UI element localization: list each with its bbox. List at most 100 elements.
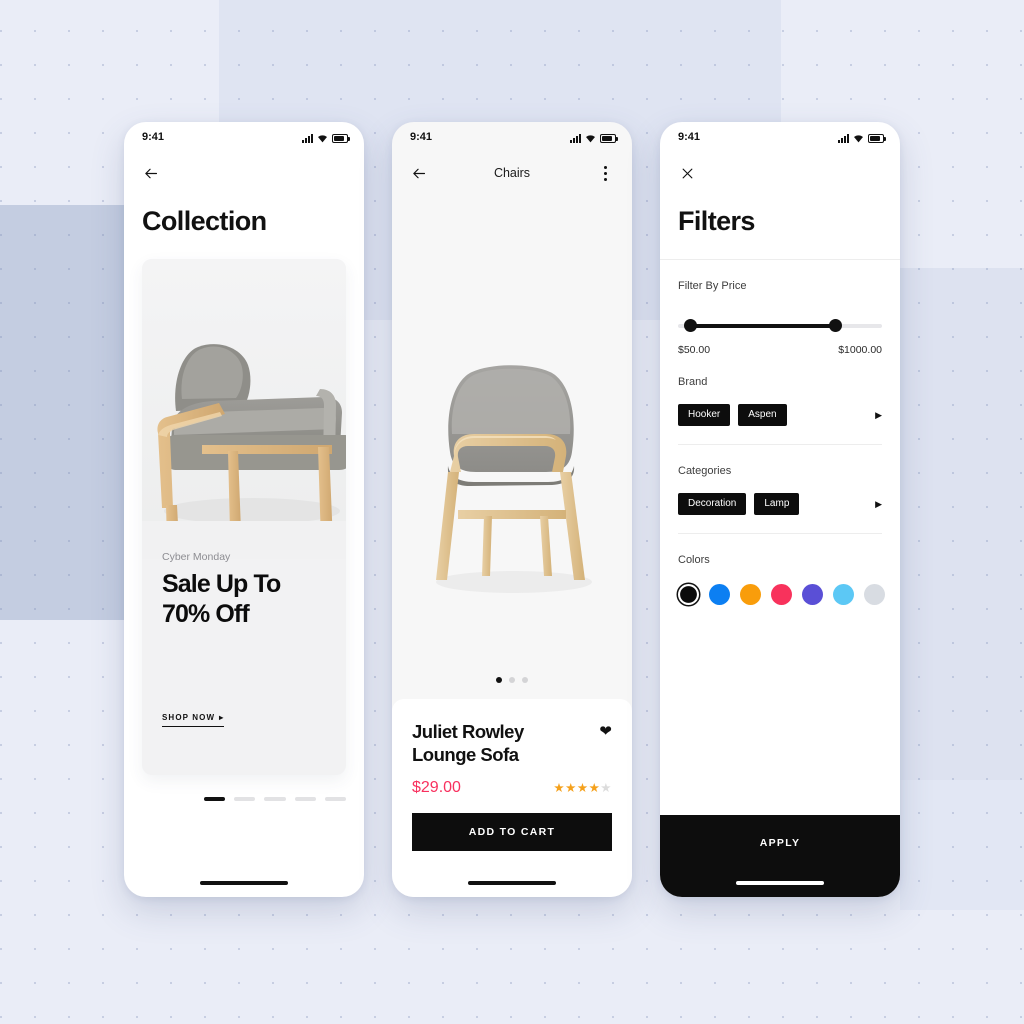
gallery-dot[interactable] — [522, 677, 528, 683]
home-indicator — [200, 881, 288, 885]
status-icons — [302, 132, 350, 143]
close-x-icon[interactable] — [676, 162, 698, 184]
color-swatch-fill — [740, 584, 761, 605]
brand-chip-row: Hooker Aspen ▶ — [678, 404, 882, 426]
color-swatch-fill — [802, 584, 823, 605]
filter-section-categories: Categories Decoration Lamp ▶ — [678, 445, 882, 534]
pager-bar[interactable] — [324, 797, 347, 801]
gallery-dots[interactable] — [392, 677, 632, 683]
promo-headline-line2: 70% Off — [162, 599, 250, 628]
gallery-dot[interactable] — [509, 677, 515, 683]
signal-icon — [838, 133, 849, 143]
status-icons — [838, 132, 886, 143]
color-swatch-purple[interactable] — [802, 584, 823, 605]
home-indicator — [468, 881, 556, 885]
promo-kicker: Cyber Monday — [162, 551, 231, 563]
kebab-menu-icon[interactable] — [594, 162, 616, 184]
star-icon: ★ — [553, 781, 566, 796]
promo-card[interactable]: Cyber Monday Sale Up To 70% Off SHOP NOW… — [142, 259, 346, 775]
filter-categories-label: Categories — [678, 465, 732, 477]
price-rating-row: $29.00 ★★★★★ — [412, 779, 612, 797]
caret-right-icon[interactable]: ▶ — [875, 410, 882, 421]
shop-now-link[interactable]: SHOP NOW ▸ — [162, 713, 225, 727]
wifi-icon — [585, 134, 596, 143]
status-time: 9:41 — [678, 131, 701, 143]
page-title: Collection — [142, 206, 267, 236]
status-icons — [570, 132, 618, 143]
shop-now-label: SHOP NOW — [162, 713, 216, 722]
star-icon: ★ — [565, 781, 577, 796]
filters-body: Filter By Price $50.00 $1000.00 Brand Ho… — [660, 260, 900, 605]
signal-icon — [570, 133, 581, 143]
color-swatch-pink[interactable] — [771, 584, 792, 605]
pager-bar[interactable] — [204, 797, 226, 801]
nav-bar-collection — [124, 152, 364, 194]
filters-header: Filters — [660, 152, 900, 260]
price-range-values: $50.00 $1000.00 — [678, 344, 882, 356]
battery-icon — [332, 133, 350, 143]
filter-price-label: Filter By Price — [678, 280, 747, 292]
brand-chip[interactable]: Hooker — [678, 404, 731, 426]
slider-handle-max[interactable] — [829, 319, 843, 332]
color-swatch-light-gray[interactable] — [864, 584, 885, 605]
color-swatch-orange[interactable] — [740, 584, 761, 605]
product-name-line2: Lounge Sofa — [412, 743, 519, 765]
arrow-right-icon: ▸ — [219, 713, 225, 722]
status-bar: 9:41 — [124, 122, 364, 152]
star-icon: ★ — [576, 781, 589, 796]
filter-section-colors: Colors — [678, 534, 885, 605]
apply-label: APPLY — [759, 837, 801, 849]
star-icon: ★ — [588, 781, 601, 796]
filter-colors-label: Colors — [678, 554, 710, 566]
product-price: $29.00 — [412, 778, 461, 796]
wifi-icon — [317, 134, 328, 143]
arrow-left-icon[interactable] — [408, 162, 430, 184]
promo-headline-line1: Sale Up To — [162, 570, 281, 598]
wifi-icon — [853, 134, 864, 143]
phone-screen-collection: 9:41 Collection Cyber Monday Sale Up To … — [124, 122, 364, 897]
brand-chip[interactable]: Aspen — [738, 404, 787, 426]
price-range-slider[interactable] — [678, 319, 882, 332]
product-detail-sheet: Juliet Rowley Lounge Sofa ❤ $29.00 ★★★★★… — [392, 699, 632, 897]
signal-icon — [302, 133, 313, 143]
status-bar: 9:41 — [392, 122, 632, 152]
status-time: 9:41 — [142, 131, 165, 143]
heart-filled-icon[interactable]: ❤ — [599, 721, 612, 739]
pager-bar[interactable] — [234, 797, 256, 801]
product-gallery[interactable] — [392, 194, 632, 699]
filter-section-price: Filter By Price $50.00 $1000.00 — [678, 260, 882, 356]
pager-bar[interactable] — [264, 797, 286, 801]
add-to-cart-button[interactable]: ADD TO CART — [412, 812, 612, 851]
category-chip[interactable]: Lamp — [754, 493, 800, 515]
product-name-line1: Juliet Rowley — [412, 721, 524, 742]
color-swatch-light-blue[interactable] — [833, 584, 854, 605]
color-swatch-blue[interactable] — [709, 584, 730, 605]
battery-icon — [868, 133, 886, 143]
category-chip[interactable]: Decoration — [678, 493, 747, 515]
home-indicator — [736, 881, 824, 885]
caret-right-icon[interactable]: ▶ — [875, 499, 882, 510]
star-empty-icon: ★ — [600, 781, 612, 796]
battery-icon — [600, 133, 618, 143]
status-time: 9:41 — [410, 131, 433, 143]
promo-carousel: Cyber Monday Sale Up To 70% Off SHOP NOW… — [124, 237, 364, 801]
slider-track-fill — [690, 324, 836, 328]
price-max-value: $1000.00 — [838, 344, 882, 356]
color-swatch-row — [678, 584, 885, 605]
color-swatch-fill — [771, 584, 792, 605]
color-swatch-fill — [680, 586, 697, 603]
sofa-product-photo — [142, 259, 346, 559]
slider-handle-min[interactable] — [684, 319, 698, 332]
product-name: Juliet Rowley Lounge Sofa — [412, 721, 524, 767]
color-swatch-black[interactable] — [678, 584, 699, 605]
pager-bar[interactable] — [294, 797, 316, 801]
chair-product-photo — [392, 194, 632, 699]
promo-text: Cyber Monday Sale Up To 70% Off — [162, 551, 330, 629]
arrow-left-icon[interactable] — [140, 162, 162, 184]
carousel-pagination[interactable] — [142, 775, 347, 801]
gallery-dot[interactable] — [496, 677, 502, 683]
nav-bar-filters — [660, 152, 900, 194]
color-swatch-fill — [709, 584, 730, 605]
product-name-row: Juliet Rowley Lounge Sofa ❤ — [412, 721, 612, 767]
color-swatch-fill — [864, 584, 885, 605]
